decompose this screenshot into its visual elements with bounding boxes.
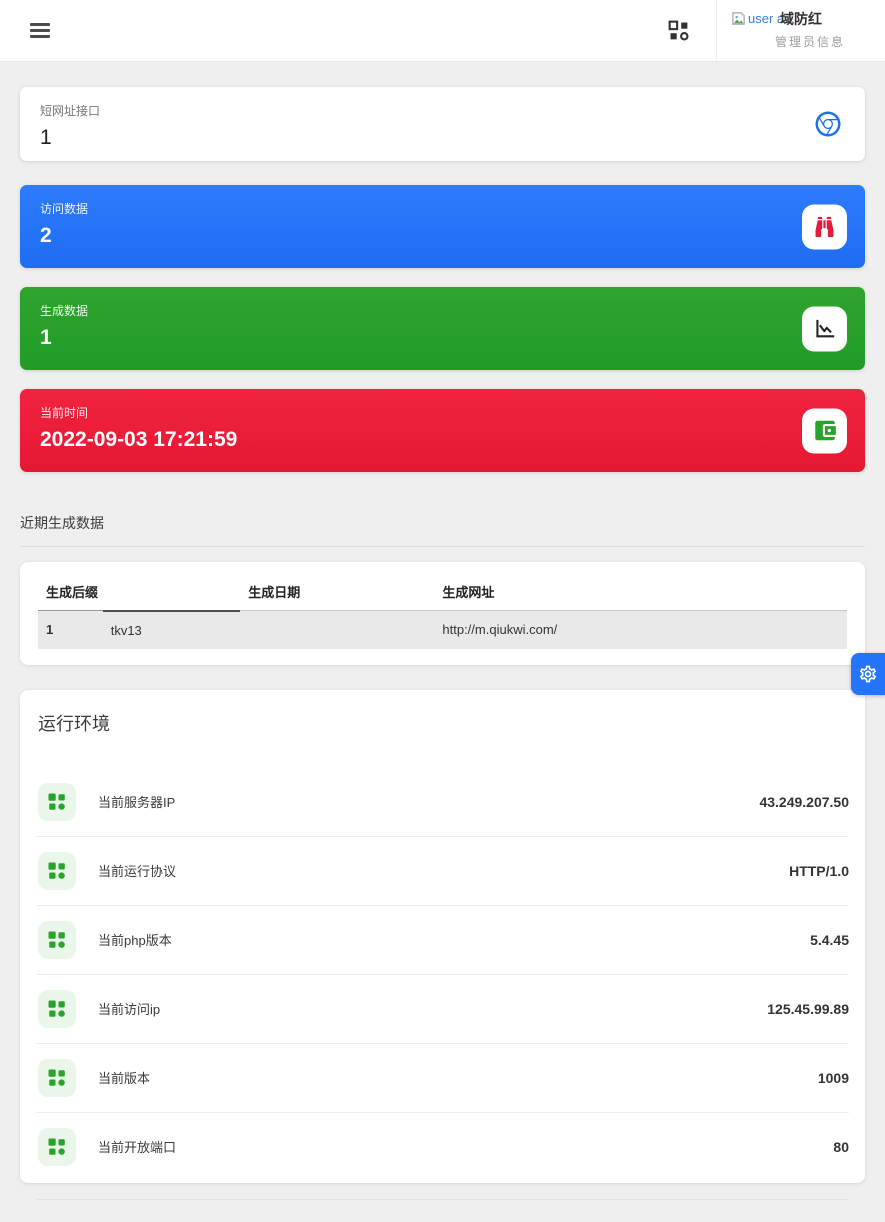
env-row-label: 当前php版本 <box>98 930 810 949</box>
stat-card-short-url[interactable]: 短网址接口 1 <box>20 87 865 161</box>
env-row[interactable]: 当前运行协议HTTP/1.0 <box>36 836 849 905</box>
stat-card-visits[interactable]: 访问数据 2 <box>20 185 865 268</box>
stat-value: 2 <box>40 224 845 248</box>
grid-squares-icon <box>38 783 76 821</box>
user-info[interactable]: user avatar 域防红 管理员信息 <box>716 0 885 62</box>
stat-label: 访问数据 <box>40 200 845 217</box>
env-row[interactable]: 当前开放端口80 <box>36 1112 849 1181</box>
stat-value: 1 <box>40 126 845 150</box>
column-header-sort[interactable] <box>103 570 241 611</box>
stat-value: 1 <box>40 326 845 350</box>
bottom-divider <box>37 1199 848 1200</box>
env-row[interactable]: 当前访问ip125.45.99.89 <box>36 974 849 1043</box>
stat-label: 短网址接口 <box>40 102 845 119</box>
row-suffix: tkv13 <box>103 611 241 649</box>
env-row-value: 5.4.45 <box>810 932 849 948</box>
column-header-url[interactable]: 生成网址 <box>434 570 847 611</box>
env-row-value: HTTP/1.0 <box>789 863 849 879</box>
stat-value: 2022-09-03 17:21:59 <box>40 428 845 452</box>
grid-squares-icon <box>38 921 76 959</box>
section-divider <box>20 546 865 547</box>
user-role-label: 管理员信息 <box>731 33 845 50</box>
stat-cards: 短网址接口 1 访问数据 2 生成数据 1 当前时间 2022-09-03 17… <box>0 62 885 472</box>
row-number: 1 <box>38 611 103 649</box>
recent-section-title: 近期生成数据 <box>20 513 865 533</box>
recent-table: 生成后缀 生成日期 生成网址 1 tkv13 http://m.qiukwi.c… <box>38 570 847 649</box>
wallet-icon <box>802 408 847 453</box>
row-date <box>240 611 434 649</box>
env-row[interactable]: 当前php版本5.4.45 <box>36 905 849 974</box>
grid-squares-icon <box>38 852 76 890</box>
row-url: http://m.qiukwi.com/ <box>434 611 847 649</box>
env-row-label: 当前服务器IP <box>98 792 759 811</box>
column-header-date[interactable]: 生成日期 <box>240 570 434 611</box>
env-row-label: 当前运行协议 <box>98 861 789 880</box>
env-row-value: 80 <box>833 1139 849 1155</box>
grid-squares-icon <box>38 1059 76 1097</box>
env-row-value: 1009 <box>818 1070 849 1086</box>
env-row-value: 125.45.99.89 <box>767 1001 849 1017</box>
apps-grid-icon[interactable] <box>668 20 690 42</box>
environment-card: 运行环境 当前服务器IP43.249.207.50当前运行协议HTTP/1.0当… <box>20 690 865 1183</box>
grid-squares-icon <box>38 1128 76 1166</box>
recent-table-card: 生成后缀 生成日期 生成网址 1 tkv13 http://m.qiukwi.c… <box>20 562 865 665</box>
env-row-label: 当前开放端口 <box>98 1137 833 1156</box>
env-row-label: 当前访问ip <box>98 999 767 1018</box>
stat-card-current-time[interactable]: 当前时间 2022-09-03 17:21:59 <box>20 389 865 472</box>
grid-squares-icon <box>38 990 76 1028</box>
env-row[interactable]: 当前版本1009 <box>36 1043 849 1112</box>
table-row[interactable]: 1 tkv13 http://m.qiukwi.com/ <box>38 611 847 649</box>
stat-label: 生成数据 <box>40 302 845 319</box>
binoculars-icon <box>802 204 847 249</box>
gear-icon <box>858 664 878 684</box>
column-header-suffix[interactable]: 生成后缀 <box>38 570 103 611</box>
top-bar: user avatar 域防红 管理员信息 <box>0 0 885 62</box>
settings-fab-button[interactable] <box>851 653 885 695</box>
env-row-value: 43.249.207.50 <box>759 794 849 810</box>
env-row-label: 当前版本 <box>98 1068 818 1087</box>
chrome-icon <box>813 109 843 139</box>
broken-avatar-icon: user avatar <box>731 11 787 26</box>
line-chart-icon <box>802 306 847 351</box>
menu-hamburger-icon[interactable] <box>30 20 50 41</box>
stat-card-generated[interactable]: 生成数据 1 <box>20 287 865 370</box>
environment-title: 运行环境 <box>36 706 849 736</box>
username: 域防红 <box>780 9 822 29</box>
env-row[interactable]: 当前服务器IP43.249.207.50 <box>36 768 849 836</box>
stat-label: 当前时间 <box>40 404 845 421</box>
